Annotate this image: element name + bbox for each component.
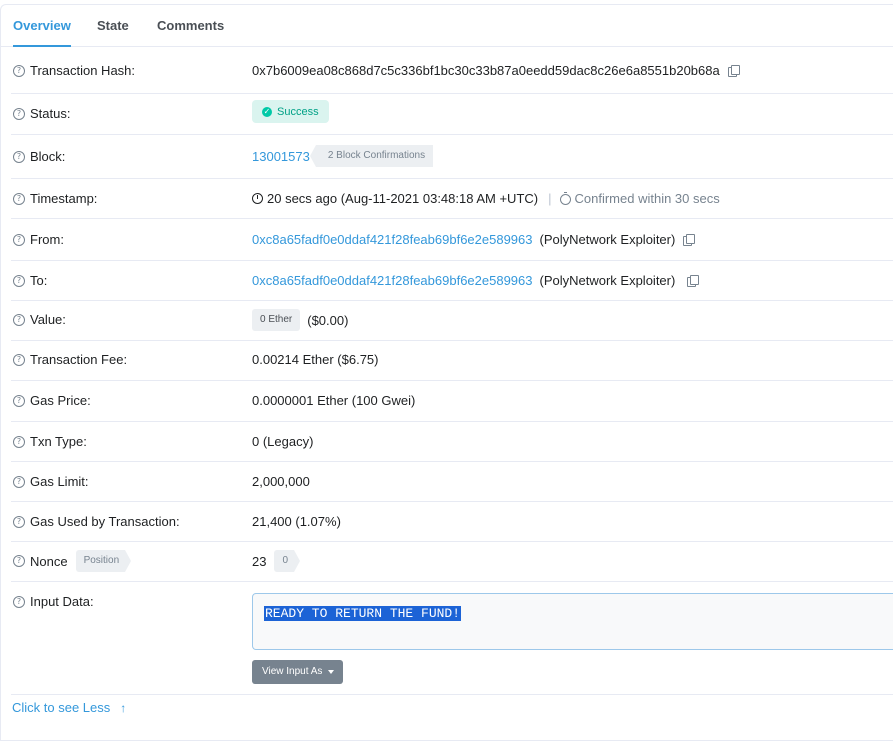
nonce-position-value: 0: [274, 550, 300, 572]
label-input-data: Input Data:: [30, 594, 94, 609]
question-icon[interactable]: ?: [13, 233, 25, 246]
see-less-label: Click to see Less: [12, 700, 111, 715]
to-address-link[interactable]: 0xc8a65fadf0e0ddaf421f28feab69bf6e2e5899…: [252, 273, 533, 288]
question-icon[interactable]: ?: [13, 394, 25, 407]
question-icon[interactable]: ?: [13, 475, 25, 488]
row-input-data: ? Input Data: READY TO RETURN THE FUND! V…: [11, 581, 893, 695]
question-icon[interactable]: ?: [13, 192, 25, 205]
from-address-link[interactable]: 0xc8a65fadf0e0ddaf421f28feab69bf6e2e5899…: [252, 232, 533, 247]
transaction-fee-value: 0.00214 Ether ($6.75): [252, 352, 379, 367]
input-data-textarea[interactable]: READY TO RETURN THE FUND!: [252, 593, 893, 650]
question-icon[interactable]: ?: [13, 150, 25, 163]
row-gas-used: ? Gas Used by Transaction: 21,400 (1.07%): [11, 501, 893, 542]
row-block: ? Block: 13001573 2 Block Confirmations: [11, 134, 893, 179]
row-gas-limit: ? Gas Limit: 2,000,000: [11, 461, 893, 502]
transaction-details-card: Overview State Comments ? Transaction Has…: [0, 4, 893, 741]
gas-used-value: 21,400 (1.07%): [252, 514, 341, 529]
question-icon[interactable]: ?: [13, 595, 25, 608]
block-number-link[interactable]: 13001573: [252, 149, 310, 164]
row-to: ? To: 0xc8a65fadf0e0ddaf421f28feab69bf6e2…: [11, 260, 893, 301]
label-transaction-fee: Transaction Fee:: [30, 352, 128, 367]
question-icon[interactable]: ?: [13, 555, 25, 567]
arrow-up-icon: ↑: [120, 700, 127, 715]
copy-icon[interactable]: [687, 274, 700, 287]
status-text: Success: [277, 105, 319, 118]
question-icon[interactable]: ?: [13, 515, 25, 528]
check-circle-icon: ✓: [262, 106, 272, 117]
value-amount-badge: 0 Ether: [252, 309, 301, 331]
timestamp-value: 20 secs ago (Aug-11-2021 03:48:18 AM +UT…: [267, 191, 539, 206]
label-nonce: Nonce: [30, 553, 68, 569]
label-transaction-hash: Transaction Hash:: [30, 63, 136, 78]
view-input-as-label: View Input As: [262, 666, 323, 677]
question-icon[interactable]: ?: [13, 313, 25, 326]
tab-overview[interactable]: Overview: [13, 5, 71, 47]
value-usd: ($0.00): [307, 312, 349, 328]
click-to-see-less-link[interactable]: Click to see Less ↑: [12, 700, 126, 715]
copy-icon[interactable]: [727, 64, 740, 77]
question-icon[interactable]: ?: [13, 435, 25, 448]
nonce-value: 23: [252, 553, 267, 569]
row-from: ? From: 0xc8a65fadf0e0ddaf421f28feab69bf6…: [11, 218, 893, 261]
row-timestamp: ? Timestamp: 20 secs ago (Aug-11-2021 03:…: [11, 178, 893, 219]
copy-icon[interactable]: [683, 233, 696, 246]
input-data-text: READY TO RETURN THE FUND!: [264, 606, 462, 621]
gas-price-value: 0.0000001 Ether (100 Gwei): [252, 393, 416, 408]
confirmed-within: Confirmed within 30 secs: [574, 191, 720, 206]
question-icon[interactable]: ?: [13, 274, 25, 287]
label-timestamp: Timestamp:: [30, 191, 98, 206]
view-input-as-button[interactable]: View Input As: [252, 660, 343, 684]
label-gas-price: Gas Price:: [30, 393, 91, 408]
label-gas-used: Gas Used by Transaction:: [30, 514, 180, 529]
to-name: (PolyNetwork Exploiter): [539, 273, 676, 288]
from-name: (PolyNetwork Exploiter): [539, 232, 676, 247]
label-from: From:: [30, 232, 64, 247]
label-block: Block:: [30, 149, 66, 164]
row-nonce: ? Nonce Position 23 0: [11, 541, 893, 582]
label-txn-type: Txn Type:: [30, 434, 87, 449]
row-gas-price: ? Gas Price: 0.0000001 Ether (100 Gwei): [11, 380, 893, 422]
label-gas-limit: Gas Limit:: [30, 474, 89, 489]
clock-icon: [252, 193, 263, 204]
label-value: Value:: [30, 312, 66, 327]
row-transaction-fee: ? Transaction Fee: 0.00214 Ether ($6.75): [11, 340, 893, 381]
status-badge: ✓ Success: [252, 100, 329, 123]
label-status: Status:: [30, 106, 71, 121]
row-status: ? Status: ✓ Success: [11, 93, 893, 135]
txn-type-value: 0 (Legacy): [252, 434, 314, 449]
tab-comments[interactable]: Comments: [157, 5, 224, 46]
row-txn-type: ? Txn Type: 0 (Legacy): [11, 421, 893, 462]
gas-limit-value: 2,000,000: [252, 474, 310, 489]
tab-state[interactable]: State: [97, 5, 129, 46]
separator: |: [548, 191, 552, 206]
row-transaction-hash: ? Transaction Hash: 0x7b6009ea08c868d7c5c…: [11, 47, 893, 94]
timer-icon: [559, 192, 571, 205]
block-confirmations-badge: 2 Block Confirmations: [309, 145, 434, 167]
nonce-position-badge: Position: [75, 550, 131, 572]
caret-down-icon: [328, 670, 334, 674]
question-icon[interactable]: ?: [13, 107, 25, 120]
question-icon[interactable]: ?: [13, 64, 25, 77]
transaction-hash-value: 0x7b6009ea08c868d7c5c336bf1bc30c33b87a0e…: [252, 63, 720, 78]
question-icon[interactable]: ?: [13, 353, 25, 366]
row-value: ? Value: 0 Ether ($0.00): [11, 300, 893, 341]
label-to: To:: [30, 273, 48, 288]
tab-bar: Overview State Comments: [1, 5, 893, 47]
